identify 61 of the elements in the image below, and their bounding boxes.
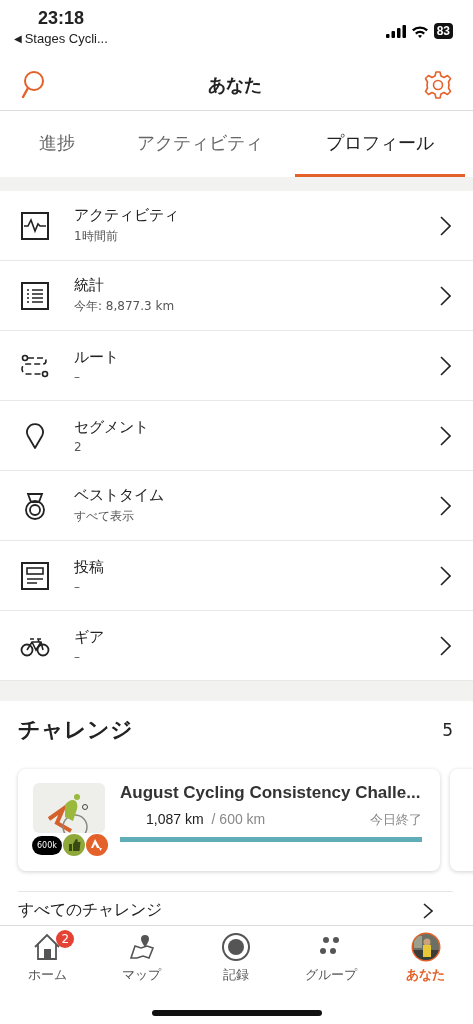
menu-row[interactable]: セグメント 2 bbox=[0, 401, 473, 471]
menu-title: 統計 bbox=[74, 276, 105, 295]
menu-subtitle: – bbox=[74, 649, 81, 664]
thumbs-up-icon bbox=[62, 834, 85, 856]
progress-distance: 1,087 km bbox=[146, 811, 204, 827]
challenge-count: 5 bbox=[442, 720, 453, 740]
chevron-icon bbox=[423, 902, 433, 919]
chevron-icon bbox=[440, 565, 451, 586]
menu-subtitle: 2 bbox=[74, 439, 83, 454]
record-icon bbox=[221, 932, 252, 962]
signal-icon bbox=[385, 24, 406, 38]
back-arrow[interactable]: ◀ bbox=[14, 33, 22, 44]
section-title: チャレンジ bbox=[18, 716, 133, 744]
settings-icon[interactable] bbox=[423, 70, 453, 100]
menu-subtitle: 1時間前 bbox=[74, 228, 119, 245]
menu-subtitle: 今年: 8,877.3 km bbox=[74, 298, 176, 315]
menu-title: 投稿 bbox=[74, 557, 105, 577]
chevron-icon bbox=[440, 285, 451, 306]
search-icon[interactable] bbox=[20, 70, 46, 100]
menu-row[interactable]: 投稿 – bbox=[0, 541, 473, 611]
challenge-title: August Cycling Consistency Challe... bbox=[120, 783, 422, 803]
menu-row[interactable]: ベストタイム すべて表示 bbox=[0, 471, 473, 541]
nav-tab[interactable]: 2 ホーム bbox=[2, 930, 93, 986]
all-challenges-row[interactable]: すべてのチャレンジ bbox=[18, 891, 453, 921]
back-app-link[interactable]: Stages Cycli... bbox=[24, 31, 108, 46]
challenge-status: 今日終了 bbox=[370, 811, 422, 829]
tab[interactable]: アクティビティ bbox=[106, 111, 295, 177]
battery-level: 83 bbox=[433, 23, 453, 39]
post-icon bbox=[20, 560, 50, 591]
nav-tab[interactable]: 記録 bbox=[191, 930, 282, 986]
chevron-icon bbox=[440, 355, 451, 376]
menu-subtitle: – bbox=[74, 579, 81, 594]
menu-title: ルート bbox=[74, 347, 120, 367]
chevron-icon bbox=[440, 215, 451, 236]
status-time: 23:18 bbox=[38, 8, 86, 29]
wifi-icon bbox=[410, 24, 429, 38]
menu-row[interactable]: アクティビティ 1時間前 bbox=[0, 191, 473, 261]
page-title: あなた bbox=[207, 73, 262, 97]
chevron-icon bbox=[440, 495, 451, 516]
tab[interactable]: 進捗 bbox=[8, 111, 107, 177]
challenge-card[interactable]: 600k August Cycling Consistency Challe... 1,087 km / 600 km 今日終了 bbox=[18, 769, 440, 871]
menu-subtitle: – bbox=[74, 369, 81, 384]
chevron-icon bbox=[440, 425, 451, 446]
logo-icon bbox=[85, 834, 108, 856]
menu-subtitle: すべて表示 bbox=[74, 508, 135, 525]
menu-title: ギア bbox=[74, 627, 105, 647]
activity-chart-icon bbox=[20, 210, 50, 241]
menu-row[interactable]: 統計 今年: 8,877.3 km bbox=[0, 261, 473, 331]
notification-badge: 2 bbox=[56, 930, 75, 948]
menu-row[interactable]: ルート – bbox=[0, 331, 473, 401]
goal-distance: / 600 km bbox=[211, 811, 267, 827]
menu-title: ベストタイム bbox=[74, 486, 165, 505]
menu-title: アクティビティ bbox=[74, 206, 180, 225]
nav-tab[interactable]: グループ bbox=[286, 930, 377, 986]
nav-tab[interactable]: マップ bbox=[96, 930, 187, 986]
badge-label: 600k bbox=[32, 835, 62, 855]
chevron-icon bbox=[440, 635, 451, 656]
menu-title: セグメント bbox=[74, 417, 150, 437]
nav-tab[interactable]: あなた bbox=[380, 930, 471, 986]
list-icon bbox=[20, 280, 50, 311]
cyclist-badge-drawing bbox=[33, 783, 105, 833]
